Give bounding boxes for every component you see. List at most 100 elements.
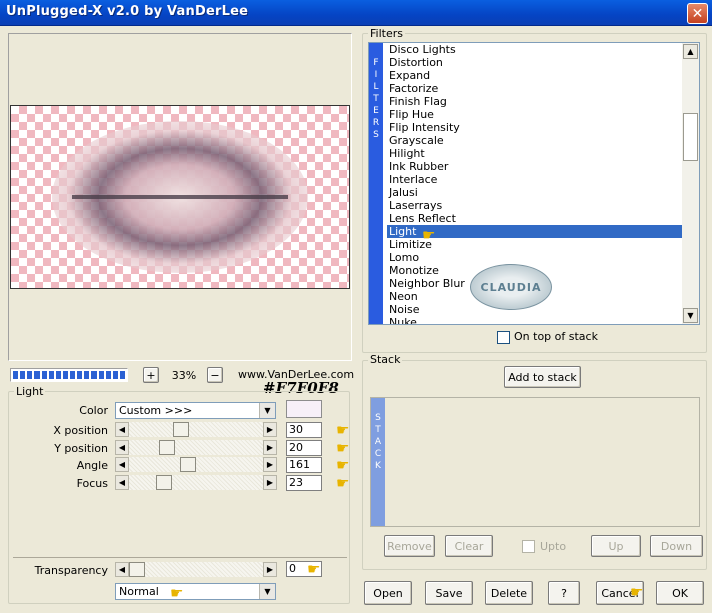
filter-item[interactable]: Interlace [387, 173, 684, 186]
param-slider[interactable]: ◀ ▶ [115, 439, 277, 455]
filter-item[interactable]: Flip Intensity [387, 121, 684, 134]
stack-tab-letter: A [374, 437, 382, 447]
param-value-field[interactable]: 30 [286, 422, 322, 438]
slider-thumb[interactable] [129, 562, 145, 577]
help-button[interactable]: ? [548, 581, 580, 605]
progress-segment [13, 371, 19, 379]
on-top-checkbox[interactable] [497, 331, 510, 344]
filter-item[interactable]: Nuke [387, 316, 684, 324]
slider-thumb[interactable] [159, 439, 176, 455]
close-icon: ✕ [691, 5, 704, 22]
param-slider[interactable]: ◀ ▶ [115, 474, 277, 490]
param-label: Angle [76, 459, 108, 472]
hand-pointer-icon: ☛ [336, 421, 350, 439]
filter-item[interactable]: Hilight [387, 147, 684, 160]
filters-tab-letter: I [374, 70, 378, 80]
slider-left-arrow-icon[interactable]: ◀ [115, 439, 129, 455]
plus-icon: + [146, 368, 156, 382]
stack-group-label: Stack [368, 353, 403, 366]
stack-tab-letter: C [374, 449, 382, 459]
scroll-down-icon[interactable]: ▼ [683, 308, 698, 323]
param-slider[interactable]: ◀ ▶ [115, 457, 277, 472]
filter-item[interactable]: Distortion [387, 56, 684, 69]
slider-thumb[interactable] [173, 422, 190, 437]
clear-button[interactable]: Clear [445, 535, 493, 557]
slider-right-arrow-icon[interactable]: ▶ [263, 562, 277, 577]
slider-right-arrow-icon[interactable]: ▶ [263, 474, 277, 490]
filter-item[interactable]: Jalusi [387, 186, 684, 199]
window-title: UnPlugged-X v2.0 by VanDerLee [6, 4, 249, 19]
param-slider[interactable]: ◀ ▶ [115, 422, 277, 437]
progress-segment [98, 371, 104, 379]
progress-segment [105, 371, 111, 379]
slider-left-arrow-icon[interactable]: ◀ [115, 422, 129, 437]
color-select[interactable]: Custom >>> ▼ [115, 402, 276, 419]
ok-button[interactable]: OK [656, 581, 704, 605]
up-button[interactable]: Up [591, 535, 641, 557]
filter-item[interactable]: Finish Flag [387, 95, 684, 108]
slider-thumb[interactable] [155, 474, 172, 490]
upto-checkbox[interactable] [522, 540, 535, 553]
hand-pointer-icon: ☛ [307, 560, 321, 578]
stack-tab-letter: T [375, 425, 381, 435]
claudia-watermark: CLAUDIA [470, 264, 552, 310]
close-button[interactable]: ✕ [687, 3, 708, 24]
slider-right-arrow-icon[interactable]: ▶ [263, 422, 277, 437]
hand-pointer-icon: ☛ [336, 473, 350, 492]
transparency-slider[interactable]: ◀ ▶ [115, 562, 277, 577]
chevron-down-icon: ▼ [259, 403, 275, 418]
remove-button[interactable]: Remove [384, 535, 435, 557]
divider [13, 557, 347, 558]
slider-right-arrow-icon[interactable]: ▶ [263, 457, 277, 472]
progress-segment [48, 371, 54, 379]
slider-left-arrow-icon[interactable]: ◀ [115, 457, 129, 472]
param-value-field[interactable]: 23 [286, 474, 322, 491]
zoom-out-button[interactable]: − [207, 367, 223, 383]
slider-right-arrow-icon[interactable]: ▶ [263, 439, 277, 455]
blend-mode-select[interactable]: Normal ▼ [115, 583, 276, 600]
title-bar: UnPlugged-X v2.0 by VanDerLee ✕ [0, 0, 712, 26]
progress-segment [119, 371, 125, 379]
filter-item[interactable]: Grayscale [387, 134, 684, 147]
filter-item[interactable]: Expand [387, 69, 684, 82]
color-swatch[interactable] [286, 400, 322, 418]
filters-scrollbar[interactable]: ▲ ▼ [682, 43, 699, 324]
transparency-label: Transparency [34, 564, 108, 577]
zoom-in-button[interactable]: + [143, 367, 159, 383]
filter-item[interactable]: Disco Lights [387, 43, 684, 56]
upto-label: Upto [540, 540, 567, 553]
filter-item[interactable]: Lens Reflect [387, 212, 684, 225]
add-to-stack-button[interactable]: Add to stack [504, 366, 581, 388]
filter-item[interactable]: Factorize [387, 82, 684, 95]
param-label: Focus [76, 476, 108, 490]
slider-left-arrow-icon[interactable]: ◀ [115, 474, 129, 490]
stack-list[interactable]: STACK [370, 397, 700, 527]
scroll-up-icon[interactable]: ▲ [683, 44, 698, 59]
filter-item[interactable]: Laserrays [387, 199, 684, 212]
save-button[interactable]: Save [425, 581, 473, 605]
progress-segment [77, 371, 83, 379]
preview-image [10, 105, 350, 289]
slider-thumb[interactable] [180, 457, 197, 472]
delete-button[interactable]: Delete [485, 581, 533, 605]
filter-item[interactable]: Ink Rubber [387, 160, 684, 173]
progress-segment [34, 371, 40, 379]
filters-tab: FILTERS [369, 43, 383, 324]
filter-item[interactable]: Flip Hue [387, 108, 684, 121]
on-top-label: On top of stack [514, 330, 598, 343]
open-button[interactable]: Open [364, 581, 412, 605]
chevron-down-icon: ▼ [259, 584, 275, 599]
slider-left-arrow-icon[interactable]: ◀ [115, 562, 129, 577]
down-button[interactable]: Down [650, 535, 703, 557]
param-value-field[interactable]: 161 [286, 457, 322, 473]
hand-pointer-icon: ☛ [630, 583, 644, 601]
stack-tab: STACK [371, 398, 385, 526]
stack-tab-letter: S [375, 413, 381, 423]
filters-tab-letter: F [373, 58, 379, 68]
hand-pointer-icon: ☛ [336, 456, 350, 474]
param-value-field[interactable]: 20 [286, 439, 322, 456]
progress-segment [20, 371, 26, 379]
filter-item[interactable]: Lomo [387, 251, 684, 264]
scroll-thumb[interactable] [683, 113, 698, 161]
progress-segment [91, 371, 97, 379]
